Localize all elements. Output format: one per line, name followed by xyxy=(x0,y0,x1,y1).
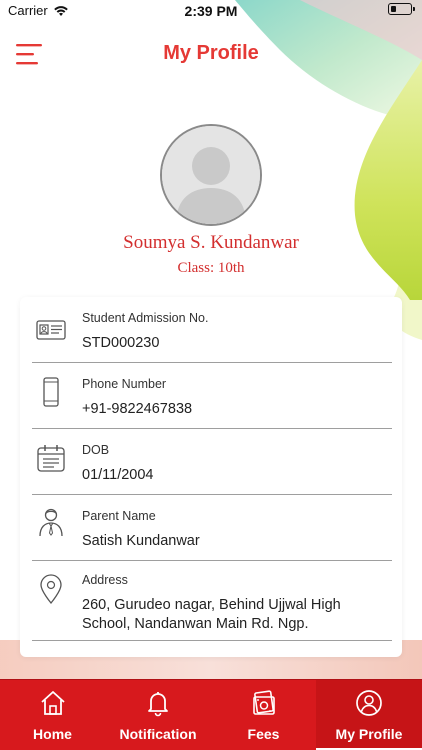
nav-label-notification: Notification xyxy=(119,726,197,742)
field-label: Address xyxy=(82,573,128,587)
profile-details-card: Student Admission No. STD000230 Phone Nu… xyxy=(20,297,402,657)
money-icon xyxy=(252,690,275,715)
status-bar: Carrier 2:39 PM xyxy=(0,0,422,22)
field-value: Satish Kundanwar xyxy=(82,533,200,549)
field-label: Student Admission No. xyxy=(82,311,209,325)
nav-item-home[interactable]: Home xyxy=(0,680,105,750)
field-admission-no: Student Admission No. STD000230 xyxy=(32,305,392,363)
nav-label-home: Home xyxy=(33,726,72,742)
profile-icon xyxy=(356,690,382,716)
nav-label-fees: Fees xyxy=(247,726,280,742)
student-name: Soumya S. Kundanwar xyxy=(123,232,299,253)
status-right xyxy=(388,3,415,15)
home-icon xyxy=(40,691,65,715)
student-class: Class: 10th xyxy=(177,260,245,276)
avatar xyxy=(160,124,262,226)
field-label: Parent Name xyxy=(82,509,156,523)
field-value-address: 260, Gurudeo nagar, Behind Ujjwal High S… xyxy=(82,596,341,634)
field-label: Phone Number xyxy=(82,377,167,391)
header: My Profile xyxy=(0,30,422,78)
location-pin-icon xyxy=(40,574,62,604)
calendar-icon xyxy=(37,445,65,472)
field-label: DOB xyxy=(82,443,110,457)
bottom-navigation: Home Notification Fees My Profile xyxy=(0,679,422,750)
field-parent-name: Parent Name Satish Kundanwar xyxy=(32,503,392,561)
status-time: 2:39 PM xyxy=(184,3,238,19)
nav-item-fees[interactable]: Fees xyxy=(211,680,316,750)
field-value: +91-9822467838 xyxy=(82,401,193,417)
nav-label-my-profile: My Profile xyxy=(335,726,403,742)
bell-icon xyxy=(148,692,168,717)
page-title: My Profile xyxy=(163,42,259,64)
phone-icon xyxy=(43,377,59,407)
field-value: STD000230 xyxy=(82,335,160,351)
nav-item-my-profile[interactable]: My Profile xyxy=(316,680,422,750)
nav-item-notification[interactable]: Notification xyxy=(105,680,211,750)
field-value: 01/11/2004 xyxy=(82,467,154,483)
parent-icon xyxy=(39,508,63,537)
battery-icon xyxy=(388,3,415,15)
address-line-2: School, Nandanwan Main Rd. Ngp. xyxy=(82,616,309,632)
field-phone-number: Phone Number +91-9822467838 xyxy=(32,371,392,429)
field-address: Address 260, Gurudeo nagar, Behind Ujjwa… xyxy=(32,569,392,641)
field-dob: DOB 01/11/2004 xyxy=(32,437,392,495)
address-line-1: 260, Gurudeo nagar, Behind Ujjwal High xyxy=(82,597,341,613)
id-card-icon xyxy=(36,320,66,340)
user-silhouette-icon xyxy=(162,126,260,224)
